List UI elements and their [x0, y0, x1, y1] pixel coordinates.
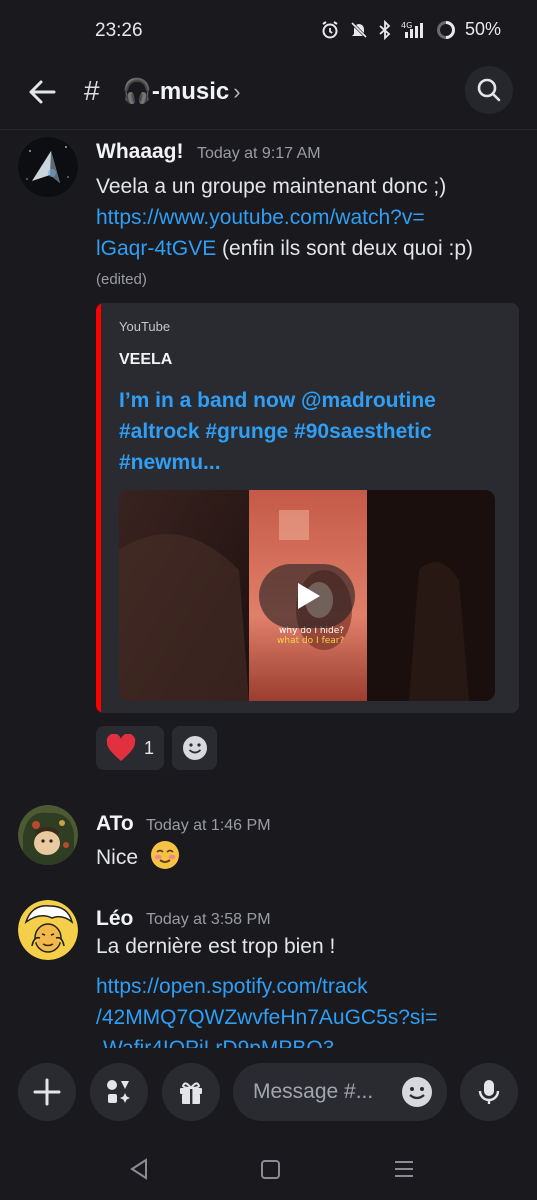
thumb-caption: what do I fear?: [277, 636, 344, 646]
channel-header: # 🎧-music ›: [0, 60, 537, 124]
smiley-icon: [402, 1077, 432, 1107]
apps-icon: [107, 1080, 130, 1103]
spotify-link-cont[interactable]: -Wafir4IOPiLrD9pMPBQ3...: [96, 1037, 352, 1048]
message-composer: Message #...: [0, 1048, 537, 1138]
signal-icon: 4G: [401, 20, 427, 40]
search-icon: [477, 78, 501, 102]
embed-accent-bar: [96, 303, 101, 713]
embed-title[interactable]: I’m in a band now @madroutine #altrock #…: [119, 385, 499, 478]
battery-icon: [436, 20, 456, 40]
gift-button[interactable]: [162, 1063, 220, 1121]
reaction-heart[interactable]: 1: [96, 726, 165, 770]
message-text: La dernière est trop bien ! https://open…: [96, 931, 526, 1048]
channel-hash-icon: #: [84, 75, 100, 106]
mute-icon: [349, 20, 369, 40]
bluetooth-icon: [378, 19, 392, 40]
embed-provider[interactable]: YouTube: [119, 319, 170, 334]
message-input[interactable]: Message #...: [233, 1063, 447, 1121]
reactions: 1: [96, 726, 218, 770]
svg-text:4G: 4G: [401, 21, 412, 30]
nav-recents-button[interactable]: [390, 1155, 418, 1183]
spotify-link[interactable]: https://open.spotify.com/track: [96, 975, 368, 998]
search-button[interactable]: [465, 66, 513, 114]
blush-emoji: [150, 840, 180, 879]
author-name[interactable]: ATo: [96, 812, 134, 836]
back-arrow-icon: [29, 80, 56, 104]
alarm-icon: [320, 20, 340, 40]
message-text: Nice: [96, 840, 180, 879]
channel-title[interactable]: 🎧-music ›: [122, 77, 241, 106]
status-bar: 23:26 4G 50%: [0, 0, 537, 60]
gift-icon: [180, 1082, 202, 1104]
nav-back-button[interactable]: [126, 1155, 154, 1183]
apps-button[interactable]: [90, 1063, 148, 1121]
battery-percent: 50%: [464, 19, 501, 39]
system-nav-bar: [0, 1138, 537, 1200]
message-timestamp: Today at 9:17 AM: [197, 145, 321, 162]
play-icon: [298, 583, 320, 609]
status-time: 23:26: [95, 20, 143, 41]
voice-message-button[interactable]: [460, 1063, 518, 1121]
embed-author[interactable]: VEELA: [119, 351, 172, 369]
add-attachment-button[interactable]: [18, 1063, 76, 1121]
chevron-right-icon: ›: [233, 78, 241, 104]
message-line-suffix: (enfin ils sont deux quoi :p): [216, 237, 474, 260]
emoji-picker-button[interactable]: [401, 1076, 433, 1108]
spotify-link-cont[interactable]: /42MMQ7QWZwvfeHn7AuGC5s?si=: [96, 1006, 437, 1029]
triangle-back-icon: [130, 1158, 147, 1180]
youtube-link[interactable]: https://www.youtube.com/watch?v=: [96, 206, 425, 229]
video-thumbnail[interactable]: why do I hide? what do I fear?: [119, 490, 495, 701]
play-button[interactable]: [259, 564, 355, 628]
youtube-link-cont[interactable]: lGaqr-4tGVE: [96, 237, 216, 260]
message-input-placeholder: Message #...: [253, 1080, 374, 1103]
message-timestamp: Today at 1:46 PM: [146, 817, 271, 834]
message-line: Veela a un groupe maintenant donc ;): [96, 175, 447, 198]
message-timestamp: Today at 3:58 PM: [146, 911, 271, 928]
back-button[interactable]: [24, 74, 60, 110]
nav-home-button[interactable]: [257, 1155, 285, 1183]
microphone-icon: [478, 1080, 500, 1104]
menu-lines-icon: [395, 1161, 413, 1177]
avatar[interactable]: [18, 805, 78, 865]
message-text: Veela a un groupe maintenant donc ;) htt…: [96, 171, 526, 264]
plus-icon: [33, 1078, 61, 1106]
status-icons: 4G 50%: [320, 19, 501, 40]
reaction-count: 1: [144, 737, 155, 758]
avatar[interactable]: [18, 900, 78, 960]
smiley-icon: [182, 736, 207, 760]
youtube-embed: YouTube VEELA I’m in a band now @madrout…: [96, 303, 519, 713]
channel-name: 🎧-music: [122, 78, 230, 105]
author-name[interactable]: Léo: [96, 907, 133, 931]
square-home-icon: [261, 1160, 280, 1179]
author-name[interactable]: Whaaag!: [96, 140, 184, 164]
message-feed[interactable]: Whaaag! Today at 9:17 AM Veela a un grou…: [0, 130, 537, 1048]
edited-label: (edited): [96, 271, 147, 288]
add-reaction-button[interactable]: [172, 726, 218, 770]
heart-icon: [106, 734, 136, 761]
avatar[interactable]: [18, 137, 78, 197]
